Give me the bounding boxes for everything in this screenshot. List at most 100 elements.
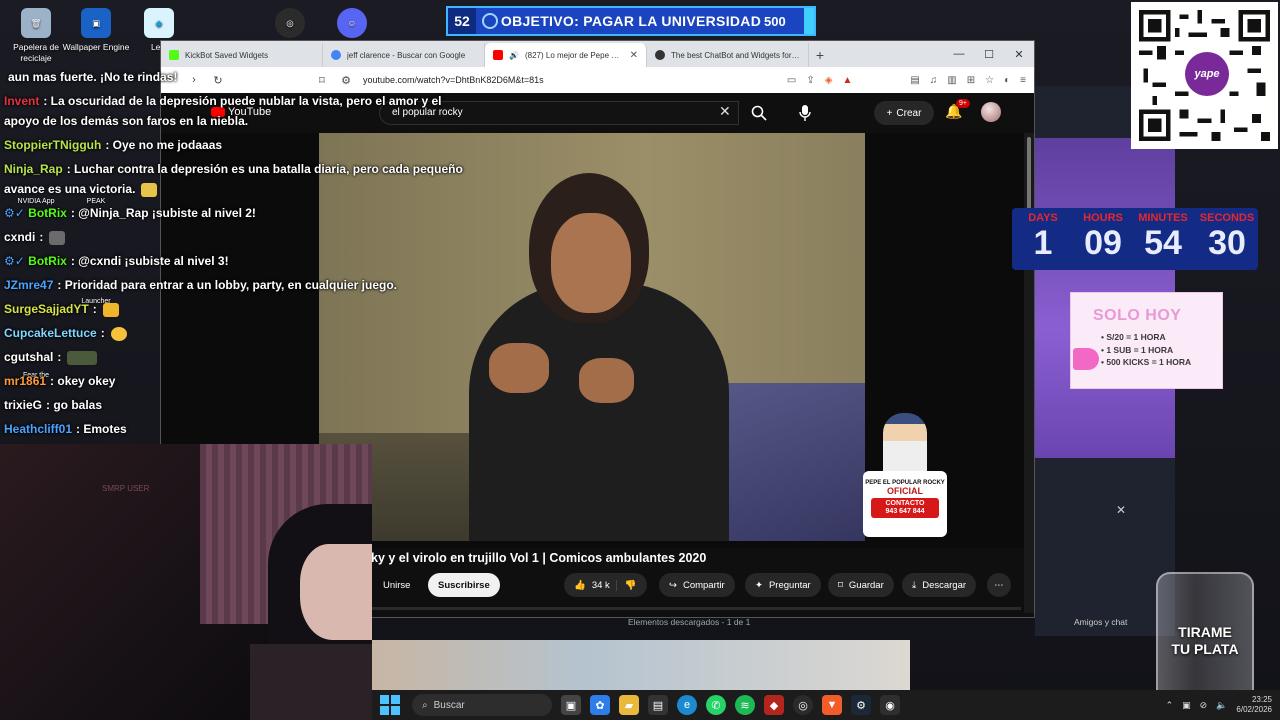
discord-icon: ☺ [337,8,367,38]
chat-message: StoppierTNigguh: Oye no me jodaaas [4,138,223,152]
toolbar-actions: ▭ ⇪ ◈ ▲ ▤ ♫ ▥ ⊞ ☆ ◐ ≡ [787,75,1034,86]
solo-hoy-item: • S/20 = 1 HORA [1101,332,1166,342]
brave-icon[interactable]: ▼ [822,695,842,715]
join-button[interactable]: Unirse [373,573,420,597]
obs-taskbar-icon[interactable]: ◎ [793,695,813,715]
save-button[interactable]: ⌑ Guardar [828,573,894,597]
rewards-icon[interactable]: ▲ [842,75,852,86]
store-icon[interactable]: ▤ [648,695,668,715]
chevron-up-icon[interactable]: ⌃ [1166,700,1174,711]
countdown-minutes: MINUTES 54 [1138,212,1188,262]
voice-search-button[interactable] [793,101,817,125]
taskbar-search-box[interactable]: ⌕ Buscar [412,694,552,716]
megaphone-icon [1073,348,1099,370]
account-avatar[interactable] [981,102,1001,122]
taskbar-clock[interactable]: 23:25 6/02/2026 [1236,695,1272,715]
media-icon[interactable]: ♫ [930,75,938,86]
share-button[interactable]: ↪ Compartir [659,573,735,597]
chat-message: cgutshal: [4,350,98,365]
countdown-hours: HOURS 09 [1083,212,1123,262]
task-view-icon[interactable]: ▣ [561,695,581,715]
more-actions-button[interactable]: ⋯ [987,573,1011,597]
maximize-icon[interactable]: ☐ [974,41,1004,67]
clear-search-icon[interactable]: ✕ [719,103,731,120]
new-tab-button[interactable]: + [809,43,831,67]
yape-qr-code: yape [1131,2,1278,149]
thumbs-down-icon[interactable]: 👎 [615,579,637,591]
app-icon[interactable]: ◉ [880,695,900,715]
menu-icon[interactable]: ≡ [1020,75,1026,86]
whatsapp-icon[interactable]: ✆ [706,695,726,715]
chat-message: aun mas fuerte. ¡No te rindas! [8,70,178,84]
windows-start-icon[interactable] [380,695,400,715]
chat-message: avance es una victoria. [4,182,158,197]
bot-badge-icon: ⚙✓ [4,254,25,268]
brave-shield-icon[interactable]: ◈ [825,75,833,86]
share-icon[interactable]: ⇪ [806,75,814,86]
chat-message: apoyo de los demás son faros en la niebl… [4,114,249,128]
kick-favicon-icon [169,50,179,60]
promo-line2: OFICIAL [887,486,923,496]
volume-icon[interactable]: 🔈 [1216,700,1227,711]
background-video-strip [372,640,910,690]
share-arrow-icon: ↪ [669,579,677,591]
windows-taskbar: ⌕ Buscar ▣ ✿ ▰ ▤ e ✆ ≋ ◆ ◎ ▼ ⚙ ◉ ⌃ ▣ ⊘ 🔈… [372,690,1280,720]
tab-strip: KickBot Saved Widgets jeff clarence - Bu… [161,41,1034,67]
objective-goal-bar: 52 OBJETIVO: PAGAR LA UNIVERSIDAD 500 [446,6,816,36]
emote-icon [49,230,66,245]
ask-button[interactable]: ✦ Preguntar [745,573,821,597]
tip-jar-overlay: TIRAME TU PLATA [1156,572,1254,707]
microphone-icon [799,105,811,121]
wallet-icon[interactable]: ▤ [910,75,919,86]
promo-contact-box: CONTACTO 943 647 844 [871,498,939,518]
page-scrollbar[interactable] [1024,133,1034,613]
tab-chatbot-widgets[interactable]: The best ChatBot and Widgets for Ki [647,43,809,67]
edge-icon[interactable]: e [677,695,697,715]
sidebar-icon[interactable]: ▥ [947,75,956,86]
solo-hoy-promo: SOLO HOY • S/20 = 1 HORA • 1 SUB = 1 HOR… [1070,292,1223,389]
chat-message: cxndi: [4,230,66,245]
search-button[interactable] [739,101,779,125]
like-button[interactable]: 👍 34 k 👎 [564,573,647,597]
bot-badge-icon: ⚙✓ [4,206,25,220]
reader-icon[interactable]: ▭ [787,75,796,86]
discord-shortcut[interactable]: ☺ [316,4,388,42]
search-icon [751,105,767,121]
notification-count-badge: 9+ [956,99,970,108]
tab-youtube-active[interactable]: 🔊 (827) Lo mejor de Pepe el pe ✕ [485,43,647,67]
file-explorer-icon[interactable]: ▰ [619,695,639,715]
vpn-icon[interactable]: ◐ [1004,75,1010,86]
youtube-favicon-icon [493,50,503,60]
solo-hoy-item: • 1 SUB = 1 HORA [1101,344,1174,355]
star-icon[interactable]: ☆ [985,75,994,86]
tab-kickbot[interactable]: KickBot Saved Widgets [161,43,323,67]
system-tray: ⌃ ▣ ⊘ 🔈 23:25 6/02/2026 [1166,695,1280,715]
close-window-icon[interactable]: ✕ [1004,41,1034,67]
close-icon[interactable]: ✕ [1116,503,1126,517]
extensions-icon[interactable]: ⊞ [967,75,975,86]
webcam-overlay: SMRP USER [0,444,372,720]
tab-google-search[interactable]: jeff clarence - Buscar con Google [323,43,485,67]
solo-hoy-title: SOLO HOY [1093,307,1182,324]
spotify-icon[interactable]: ≋ [735,695,755,715]
tray-app-icon[interactable]: ▣ [1182,700,1191,711]
chat-message: Ninja_Rap: Luchar contra la depresión es… [4,162,463,176]
dota-icon[interactable]: ◆ [764,695,784,715]
copilot-icon[interactable]: ✿ [590,695,610,715]
friends-chat-label[interactable]: Amigos y chat [1074,617,1127,627]
wallpaper-engine-shortcut[interactable]: ▣ Wallpaper Engine [60,4,132,53]
downloads-status: Elementos descargados - 1 de 1 [628,617,751,627]
countdown-days: DAYS 1 [1028,212,1058,262]
subscribe-button[interactable]: Suscribirse [428,573,500,597]
tray-network-off-icon[interactable]: ⊘ [1200,700,1208,711]
minimize-icon[interactable]: — [944,41,974,67]
search-icon: ⌕ [422,699,428,711]
emote-icon [102,302,119,317]
bookmark-save-icon: ⌑ [838,579,843,591]
download-button[interactable]: ⤓ Descargar [902,573,977,597]
close-tab-icon[interactable]: ✕ [630,50,638,61]
create-button[interactable]: + Crear [874,101,934,125]
solo-hoy-item: • 500 KICKS = 1 HORA [1101,357,1192,367]
steam-icon[interactable]: ⚙ [851,695,871,715]
objective-goal: 500 [764,13,786,29]
